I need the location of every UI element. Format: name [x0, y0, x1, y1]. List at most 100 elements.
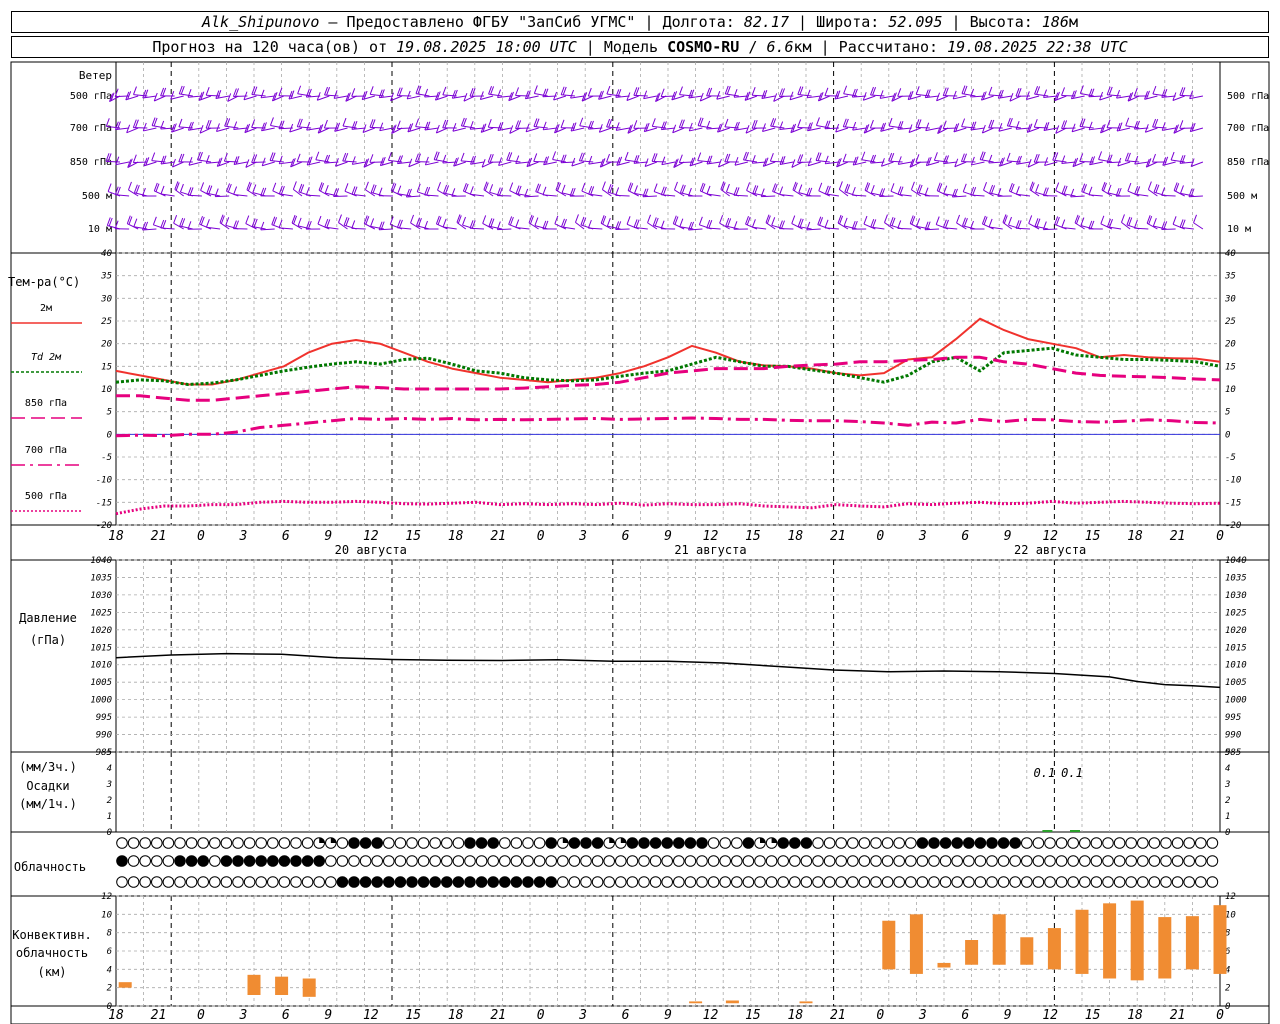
wind-barb-shaft	[1173, 190, 1185, 197]
conv-time-tick: 9	[324, 1008, 332, 1023]
cloud-symbol	[1032, 837, 1045, 849]
wind-barb-shaft	[553, 95, 567, 101]
cloud-symbol	[313, 876, 326, 888]
pres-tick-right: 1020	[1225, 626, 1247, 636]
cloud-symbol	[464, 876, 476, 888]
temp-time-tick: 12	[703, 529, 719, 544]
cloud-symbol	[151, 837, 163, 849]
cloud-symbol	[475, 876, 488, 888]
wind-barb-flag	[935, 216, 940, 225]
cloud-symbol	[823, 837, 836, 849]
cloud-symbol	[290, 837, 302, 849]
wind-barb-flag	[910, 181, 915, 190]
cloud-symbol	[974, 855, 987, 867]
wind-barb-flag	[469, 186, 474, 195]
temp-time-tick: 0	[876, 529, 884, 544]
temp-tick-left: 25	[101, 317, 112, 327]
wind-barb-shaft	[179, 93, 193, 97]
temp-tick-left: -10	[96, 476, 112, 486]
cloud-symbol	[348, 855, 360, 867]
cloud-symbol	[939, 855, 952, 867]
wind-barb-flag	[1035, 184, 1040, 193]
wind-barb-shaft	[351, 227, 366, 230]
cloud-symbol	[603, 876, 616, 888]
pres-tick-right: 1000	[1225, 696, 1247, 706]
wind-barb-flag	[824, 219, 829, 229]
cloud-symbol	[267, 837, 279, 849]
wind-barb-shaft	[789, 95, 803, 101]
temp-tick-left: 15	[101, 362, 112, 372]
wind-barb-shaft	[779, 127, 794, 131]
cloud-symbol	[429, 855, 442, 867]
wind-barb-shaft	[333, 95, 348, 99]
conv-time-tick: 21	[830, 1008, 846, 1023]
cloud-symbol	[789, 837, 801, 849]
cloud-symbol	[707, 876, 720, 888]
wind-barb-flag	[838, 181, 843, 190]
wind-barb-flag	[342, 117, 347, 127]
wind-barb-flag	[925, 122, 930, 131]
wind-barb-flag	[1152, 217, 1157, 227]
cloud-symbol	[1044, 876, 1056, 888]
wind-barb-flag	[587, 87, 592, 97]
pres-tick-right: 995	[1225, 713, 1241, 723]
conv-time-tick: 21	[1170, 1008, 1186, 1023]
cloud-symbol	[847, 876, 859, 888]
cloud-symbol	[800, 855, 813, 867]
cloud-symbol	[997, 876, 1010, 888]
wind-barb-shaft	[806, 95, 821, 99]
wind-barb-flag	[351, 156, 356, 165]
wind-barb-flag	[852, 121, 857, 131]
cloud-symbol	[673, 876, 685, 888]
wind-barb-flag	[233, 186, 238, 195]
temp-time-tick: 0	[1216, 529, 1224, 544]
temp-time-tick: 18	[1127, 529, 1143, 544]
cloud-symbol	[557, 855, 569, 867]
cloud-symbol-quarter	[562, 837, 569, 843]
conv-unit: (км)	[38, 965, 67, 979]
wind-barb-shaft	[1099, 95, 1113, 101]
wind-barb-flag	[1055, 182, 1060, 191]
cloud-symbol	[858, 855, 871, 867]
wind-barb-flag	[487, 119, 492, 128]
wind-barb-flag	[734, 157, 739, 166]
conv-time-tick: 12	[1042, 1008, 1058, 1023]
wind-barb-shaft	[262, 161, 275, 167]
wind-barb-flag	[397, 185, 402, 194]
conv-time-tick: 0	[197, 1008, 205, 1023]
cloud-symbol	[557, 876, 569, 888]
wind-barb-shaft	[352, 161, 366, 165]
cloud-symbol	[522, 855, 534, 867]
wind-barb-flag	[624, 151, 629, 161]
conv-time-tick: 12	[363, 1008, 379, 1023]
wind-barb-shaft	[497, 228, 512, 231]
wind-barb-shaft	[588, 161, 603, 165]
pres-tick-left: 1040	[90, 556, 112, 566]
wind-barb-flag	[697, 152, 702, 161]
cloud-symbol	[394, 876, 407, 888]
wind-barb-flag	[338, 214, 342, 223]
wind-barb-flag	[223, 153, 228, 162]
wind-barb-flag	[1147, 181, 1152, 190]
wind-barb-flag	[515, 219, 520, 228]
temp-tick-right: 0	[1225, 430, 1230, 440]
wind-barb-flag	[515, 155, 520, 164]
wind-barb-shaft	[1162, 127, 1176, 131]
conv-tick-right: 0	[1225, 1002, 1230, 1012]
cloud-symbol	[603, 855, 616, 867]
wind-barb-flag	[533, 85, 538, 94]
cloud-symbol	[928, 876, 940, 888]
cloud-symbol	[638, 876, 650, 888]
temp-tick-right: 20	[1225, 340, 1236, 350]
cloud-symbol	[243, 876, 256, 888]
cloud-symbol	[1067, 837, 1079, 849]
wind-barb-flag	[797, 119, 802, 128]
wind-barb-flag	[581, 182, 586, 192]
cloud-symbol	[1113, 855, 1126, 867]
conv-time-tick: 15	[405, 1008, 421, 1023]
wind-barb-flag	[410, 214, 415, 224]
wind-barb-flag	[1098, 151, 1103, 160]
wind-barb-flag	[460, 152, 465, 162]
precipitation-panel: 0 0 1 1 2 2 3 3 4 4 5 5 (мм/3ч.) Осадки (мм/1ч.) 0.1 0.1	[19, 748, 1230, 838]
wind-barb-flag	[897, 220, 902, 229]
